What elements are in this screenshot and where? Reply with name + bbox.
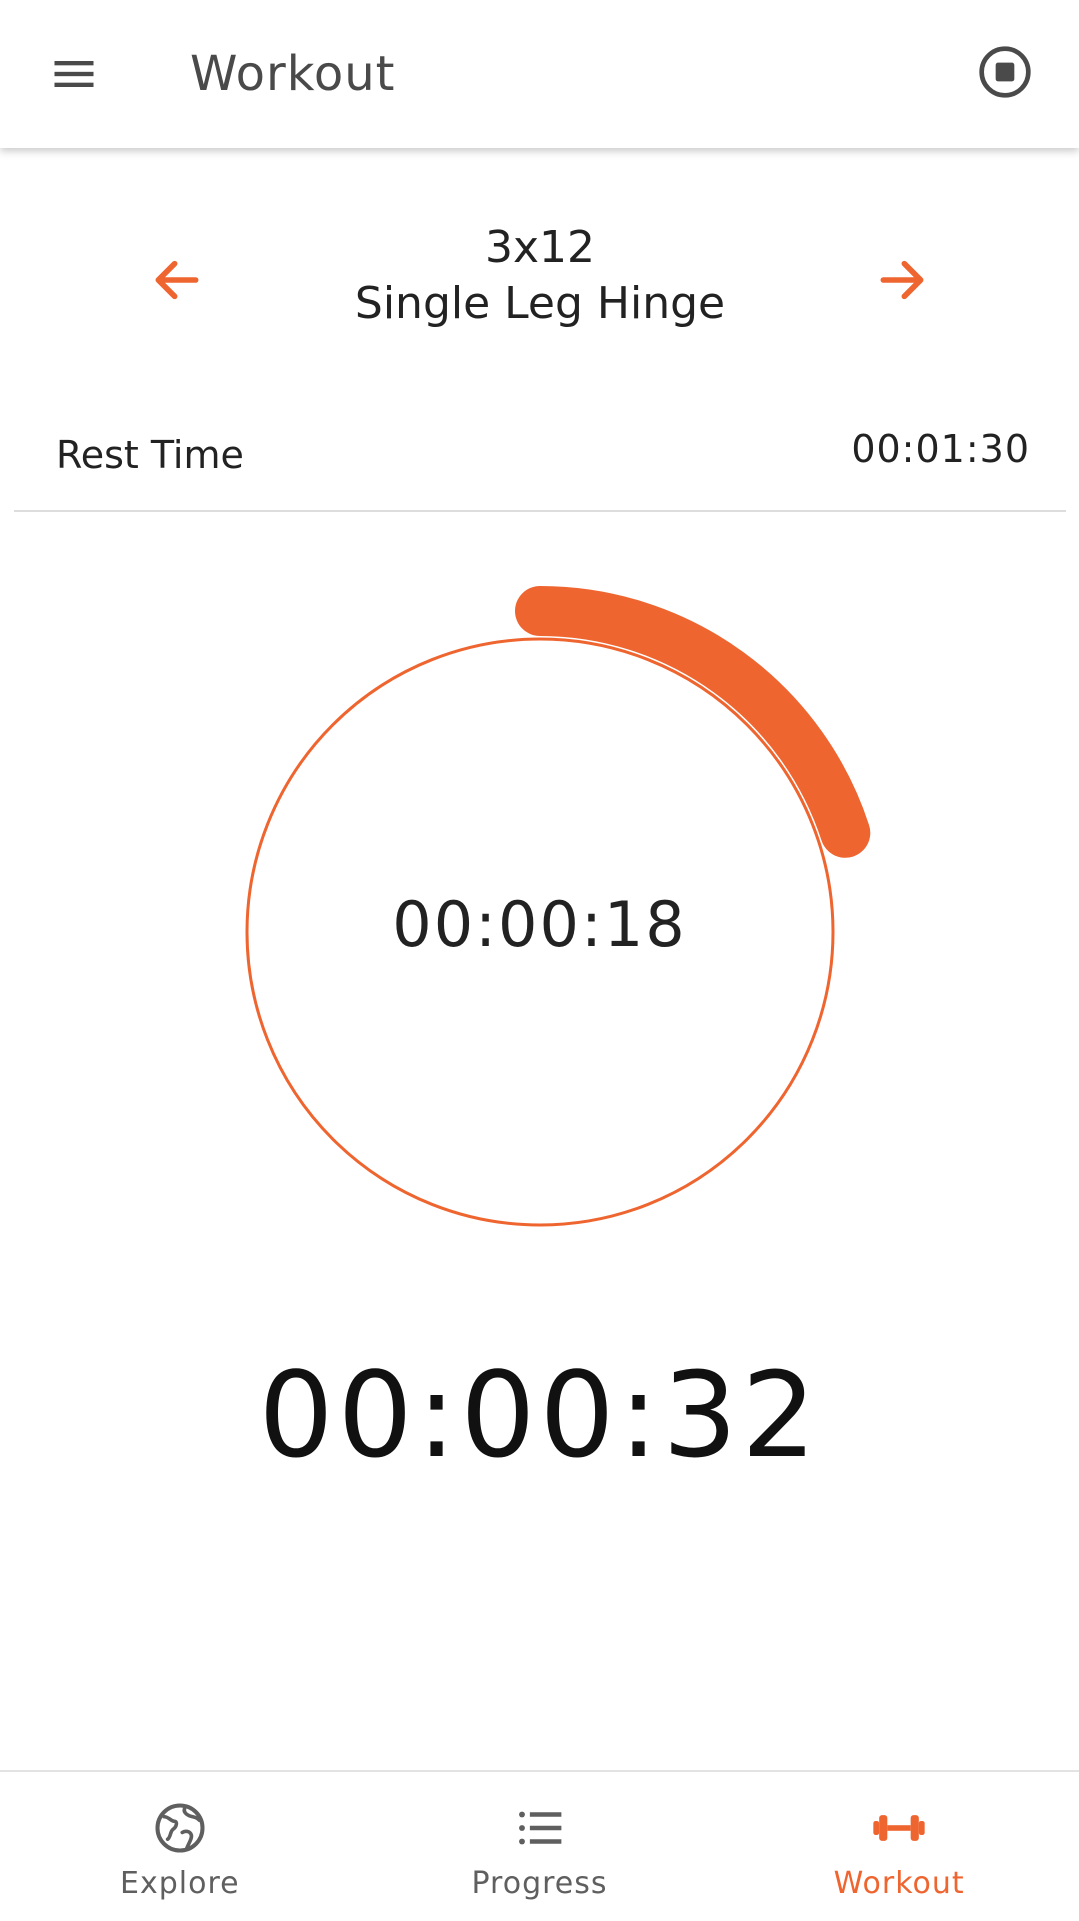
dumbbell-icon <box>873 1815 925 1841</box>
bottom-navigation: Explore Progress Workout <box>0 1770 1079 1921</box>
rest-elapsed-time: 00:00:18 <box>392 888 687 961</box>
total-workout-time: 00:00:32 <box>258 1346 821 1484</box>
arrow-left-icon <box>155 260 199 300</box>
app-bar: Workout <box>0 0 1079 148</box>
page-title: Workout <box>190 46 396 102</box>
rest-timer: 00:00:18 <box>0 560 1079 1240</box>
tab-workout-label: Workout <box>833 1866 965 1901</box>
menu-button[interactable] <box>24 24 124 124</box>
rest-time-label: Rest Time <box>56 433 244 477</box>
list-icon <box>518 1811 561 1845</box>
tab-workout[interactable]: Workout <box>719 1772 1079 1921</box>
timer-progress-arc <box>515 586 871 858</box>
rest-time-value: 00:01:30 <box>851 427 1030 471</box>
exercise-sets: 3x12 <box>484 222 596 273</box>
exercise-navigator: 3x12 Single Leg Hinge <box>0 200 1079 350</box>
arrow-right-icon <box>880 260 924 300</box>
stop-circle-icon <box>979 46 1031 98</box>
tab-explore[interactable]: Explore <box>0 1772 360 1921</box>
previous-exercise-button[interactable] <box>127 230 227 330</box>
next-exercise-button[interactable] <box>852 230 952 330</box>
globe-icon <box>155 1803 205 1853</box>
stop-workout-button[interactable] <box>955 22 1055 122</box>
rest-time-row[interactable]: Rest Time 00:01:30 <box>14 410 1066 512</box>
tab-explore-label: Explore <box>120 1866 240 1901</box>
tab-progress-label: Progress <box>471 1866 608 1901</box>
exercise-info: 3x12 Single Leg Hinge <box>240 220 840 332</box>
exercise-name: Single Leg Hinge <box>354 278 726 329</box>
menu-icon <box>54 61 94 87</box>
tab-progress[interactable]: Progress <box>360 1772 720 1921</box>
